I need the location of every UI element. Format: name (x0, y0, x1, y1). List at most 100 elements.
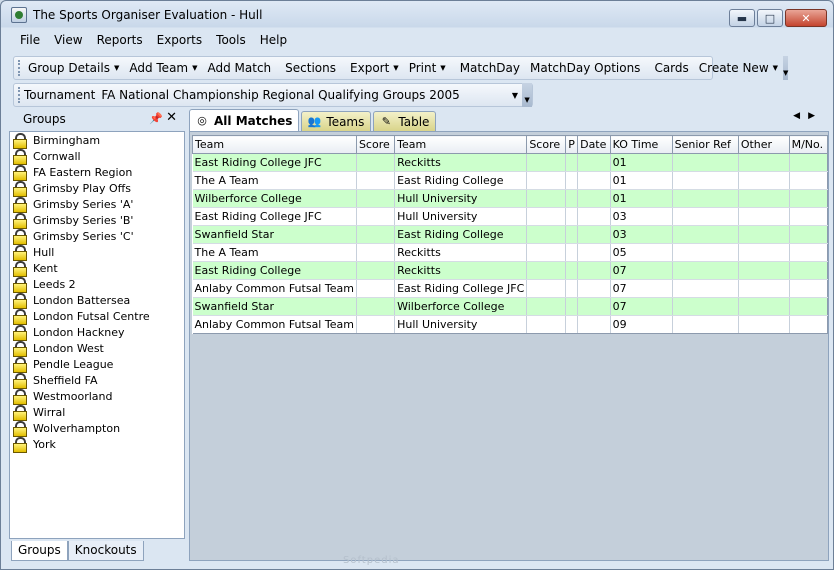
add-match-button[interactable]: Add Match (203, 61, 277, 75)
table-cell[interactable]: 07 (610, 297, 673, 316)
print-button[interactable]: Print ▼ (404, 61, 451, 75)
table-row[interactable]: Swanfield Star East Riding College 03 (192, 225, 829, 244)
table-cell[interactable] (672, 297, 739, 316)
table-cell[interactable] (738, 279, 790, 298)
table-cell[interactable] (789, 261, 829, 280)
table-cell[interactable] (789, 279, 829, 298)
table-cell[interactable] (526, 225, 567, 244)
table-row[interactable]: East Riding College JFC Reckitts 01 (192, 153, 829, 172)
table-cell[interactable]: 05 (610, 243, 673, 262)
menu-tools[interactable]: Tools (209, 31, 253, 51)
table-cell[interactable] (789, 171, 829, 190)
table-cell[interactable] (565, 207, 579, 226)
group-list-item[interactable]: Wirral (10, 404, 184, 421)
table-cell[interactable]: Reckitts (394, 261, 528, 280)
table-cell[interactable] (565, 297, 579, 316)
tab-all-matches[interactable]: ◎ All Matches (189, 109, 300, 131)
group-list-item[interactable]: Grimsby Play Offs (10, 180, 184, 197)
group-list-item[interactable]: Kent (10, 260, 184, 277)
table-row[interactable]: East Riding College Reckitts 07 (192, 261, 829, 280)
table-cell[interactable] (526, 261, 567, 280)
table-cell[interactable] (526, 207, 567, 226)
table-cell[interactable]: East Riding College JFC (394, 279, 528, 298)
sections-button[interactable]: Sections (280, 61, 341, 75)
table-cell[interactable] (356, 261, 396, 280)
table-cell[interactable]: 07 (610, 261, 673, 280)
table-cell[interactable] (565, 279, 579, 298)
table-cell[interactable] (356, 171, 396, 190)
toolbar-grip[interactable] (18, 87, 21, 103)
table-row[interactable]: The A Team East Riding College 01 (192, 171, 829, 190)
column-header[interactable]: Score (355, 135, 396, 154)
table-cell[interactable] (356, 243, 396, 262)
table-cell[interactable] (526, 243, 567, 262)
table-cell[interactable]: Anlaby Common Futsal Team (192, 279, 357, 298)
group-list-item[interactable]: London Hackney (10, 324, 184, 341)
table-cell[interactable] (356, 297, 396, 316)
create-new-button[interactable]: Create New ▼ (694, 61, 783, 75)
pin-icon[interactable]: 📌 (149, 112, 163, 125)
table-cell[interactable]: Swanfield Star (192, 297, 357, 316)
export-button[interactable]: Export ▼ (345, 61, 404, 75)
table-cell[interactable] (672, 153, 739, 172)
column-header[interactable]: Date (577, 135, 611, 154)
chevron-down-icon[interactable]: ▼ (512, 91, 518, 100)
table-cell[interactable] (565, 243, 579, 262)
table-cell[interactable]: Anlaby Common Futsal Team (192, 315, 357, 334)
table-cell[interactable]: 01 (610, 171, 673, 190)
table-cell[interactable] (577, 279, 611, 298)
table-cell[interactable] (672, 315, 739, 334)
table-cell[interactable] (789, 297, 829, 316)
table-cell[interactable] (356, 207, 396, 226)
table-row[interactable]: Swanfield Star Wilberforce College 07 (192, 297, 829, 316)
table-cell[interactable] (565, 225, 579, 244)
tab-teams[interactable]: 👥 Teams (301, 111, 372, 131)
column-header[interactable]: Team (394, 135, 528, 154)
table-cell[interactable] (577, 225, 611, 244)
group-list-item[interactable]: Pendle League (10, 356, 184, 373)
group-list-item[interactable]: Grimsby Series 'A' (10, 196, 184, 213)
group-list-item[interactable]: Leeds 2 (10, 276, 184, 293)
menu-exports[interactable]: Exports (150, 31, 210, 51)
tournament-select[interactable]: FA National Championship Regional Qualif… (101, 86, 522, 104)
table-cell[interactable] (526, 189, 567, 208)
table-cell[interactable]: Hull University (394, 315, 528, 334)
table-cell[interactable]: Hull University (394, 207, 528, 226)
column-header[interactable]: KO Time (609, 135, 673, 154)
tab-knockouts[interactable]: Knockouts (67, 541, 144, 561)
table-cell[interactable]: 07 (610, 279, 673, 298)
group-list-item[interactable]: Birmingham (10, 132, 184, 149)
table-cell[interactable] (577, 207, 611, 226)
tab-scroll-arrows[interactable]: ◀▶ (793, 111, 823, 121)
table-cell[interactable] (672, 243, 739, 262)
table-cell[interactable]: Swanfield Star (192, 225, 357, 244)
column-header[interactable]: Score (526, 135, 567, 154)
table-cell[interactable]: 03 (610, 225, 673, 244)
table-cell[interactable] (565, 171, 579, 190)
group-list-item[interactable]: Grimsby Series 'C' (10, 228, 184, 245)
table-row[interactable]: Anlaby Common Futsal Team Hull University… (192, 315, 829, 334)
toolbar-overflow-button[interactable]: ▼ (522, 83, 532, 107)
table-row[interactable]: The A Team Reckitts 05 (192, 243, 829, 262)
table-cell[interactable] (738, 225, 790, 244)
column-header[interactable]: M/No. (788, 135, 829, 154)
menu-reports[interactable]: Reports (90, 31, 150, 51)
table-cell[interactable]: Reckitts (394, 153, 528, 172)
table-cell[interactable] (577, 297, 611, 316)
table-cell[interactable] (738, 297, 790, 316)
table-cell[interactable] (738, 315, 790, 334)
table-cell[interactable]: The A Team (192, 171, 357, 190)
table-cell[interactable] (356, 279, 396, 298)
table-cell[interactable]: 01 (610, 189, 673, 208)
group-details-button[interactable]: Group Details ▼ (23, 61, 124, 75)
table-cell[interactable] (565, 261, 579, 280)
table-cell[interactable] (738, 189, 790, 208)
table-cell[interactable]: East Riding College JFC (192, 207, 357, 226)
table-cell[interactable] (738, 153, 790, 172)
table-cell[interactable] (356, 225, 396, 244)
tab-groups[interactable]: Groups (11, 541, 68, 561)
toolbar-overflow-button[interactable]: ▼ (783, 56, 789, 80)
table-cell[interactable] (577, 153, 611, 172)
close-button[interactable]: ✕ (785, 9, 827, 27)
table-cell[interactable] (672, 225, 739, 244)
